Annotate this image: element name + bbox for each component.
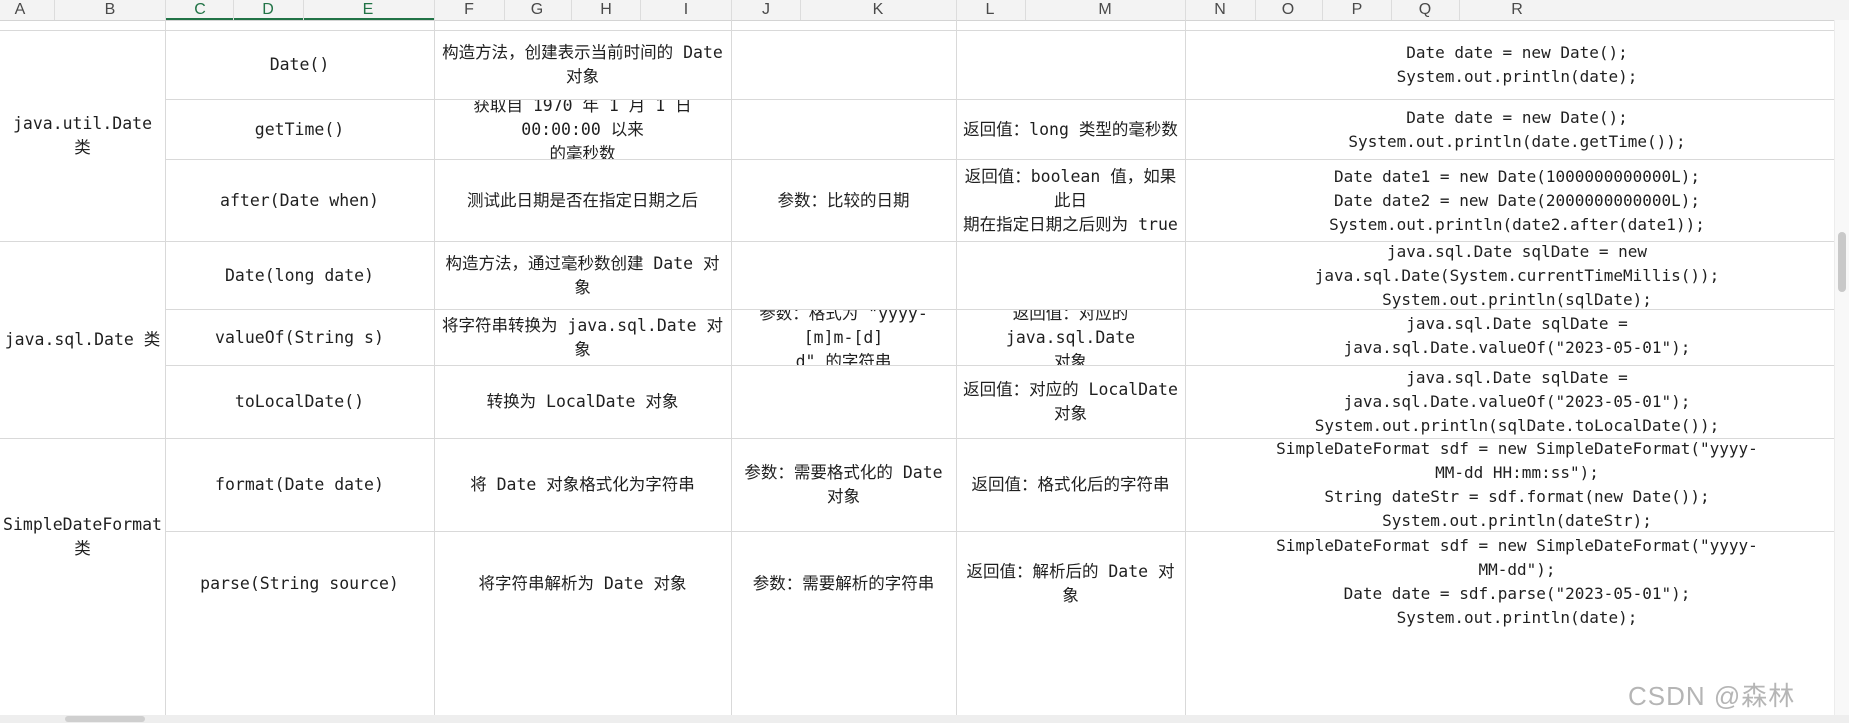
description-cell[interactable]: 将 Date 对象格式化为字符串 — [434, 439, 731, 531]
return-value-cell[interactable]: 返回值：格式化后的字符串 — [956, 439, 1185, 531]
column-separator[interactable] — [1185, 0, 1186, 20]
vertical-scrollbar[interactable] — [1834, 20, 1849, 715]
column-separator[interactable] — [640, 0, 641, 20]
parameter-cell[interactable]: 参数：需要解析的字符串 — [731, 532, 956, 635]
parameter-cell[interactable] — [731, 242, 956, 309]
vertical-scroll-thumb[interactable] — [1838, 232, 1846, 292]
column-separator[interactable] — [1322, 0, 1323, 20]
column-header-m[interactable]: M — [1098, 0, 1111, 20]
column-header-n[interactable]: N — [1214, 0, 1226, 20]
column-separator[interactable] — [956, 0, 957, 20]
column-separator[interactable] — [731, 0, 732, 20]
column-header-d[interactable]: D — [262, 0, 274, 20]
example-code-cell[interactable]: Date date = new Date(); System.out.print… — [1185, 100, 1849, 159]
column-separator[interactable] — [165, 0, 166, 20]
method-cell[interactable]: format(Date date) — [165, 439, 434, 531]
parameter-cell[interactable] — [731, 366, 956, 438]
description-cell[interactable]: 将字符串解析为 Date 对象 — [434, 532, 731, 635]
class-name-cell[interactable]: java.util.Date 类 — [0, 31, 165, 241]
parameter-cell[interactable] — [731, 100, 956, 159]
column-separator[interactable] — [303, 0, 304, 20]
return-value-cell[interactable]: 返回值：boolean 值，如果此日 期在指定日期之后则为 true — [956, 160, 1185, 241]
example-code-cell[interactable]: java.sql.Date sqlDate = new java.sql.Dat… — [1185, 242, 1849, 309]
parameter-cell[interactable]: 参数：需要格式化的 Date 对象 — [731, 439, 956, 531]
column-header-r[interactable]: R — [1511, 0, 1523, 20]
column-header-g[interactable]: G — [531, 0, 543, 20]
return-value-cell[interactable]: 返回值：对应的 LocalDate 对象 — [956, 366, 1185, 438]
column-separator[interactable] — [54, 0, 55, 20]
column-separator[interactable] — [1459, 0, 1460, 20]
return-value-cell[interactable]: 返回值：long 类型的毫秒数 — [956, 100, 1185, 159]
column-separator[interactable] — [800, 0, 801, 20]
horizontal-scroll-thumb[interactable] — [65, 716, 145, 722]
spreadsheet: A B C D E F G H I J K L M N O P Q R java.util.Date 类 Date(… — [0, 0, 1849, 723]
column-separator[interactable] — [434, 0, 435, 20]
column-header-q[interactable]: Q — [1419, 0, 1431, 20]
cell-grid: java.util.Date 类 Date() 构造方法，创建表示当前时间的 Dat… — [0, 20, 1849, 715]
column-separator[interactable] — [233, 0, 234, 20]
class-name-cell[interactable]: SimpleDateFormat 类 — [0, 439, 165, 635]
column-header-f[interactable]: F — [464, 0, 474, 20]
description-cell[interactable]: 获取自 1970 年 1 月 1 日 00:00:00 以来 的毫秒数 — [434, 100, 731, 159]
description-cell[interactable]: 将字符串转换为 java.sql.Date 对象 — [434, 310, 731, 365]
method-cell[interactable]: parse(String source) — [165, 532, 434, 635]
parameter-cell[interactable]: 参数：比较的日期 — [731, 160, 956, 241]
example-code-cell[interactable]: SimpleDateFormat sdf = new SimpleDateFor… — [1185, 532, 1849, 635]
class-name-cell[interactable]: java.sql.Date 类 — [0, 242, 165, 438]
column-separator[interactable] — [1255, 0, 1256, 20]
example-code-cell[interactable]: Date date = new Date(); System.out.print… — [1185, 31, 1849, 99]
method-cell[interactable]: Date() — [165, 31, 434, 99]
column-header-h[interactable]: H — [600, 0, 612, 20]
example-code-cell[interactable]: Date date1 = new Date(1000000000000L); D… — [1185, 160, 1849, 241]
example-code-cell[interactable]: SimpleDateFormat sdf = new SimpleDateFor… — [1185, 439, 1849, 531]
return-value-cell[interactable]: 返回值：解析后的 Date 对象 — [956, 532, 1185, 635]
column-separator[interactable] — [1025, 0, 1026, 20]
return-value-cell[interactable]: 返回值：对应的 java.sql.Date 对象 — [956, 310, 1185, 365]
column-header-i[interactable]: I — [684, 0, 688, 20]
column-header-p[interactable]: P — [1352, 0, 1363, 20]
column-separator[interactable] — [571, 0, 572, 20]
column-header-bar: A B C D E F G H I J K L M N O P Q R — [0, 0, 1849, 21]
column-header-j[interactable]: J — [762, 0, 770, 20]
method-cell[interactable]: Date(long date) — [165, 242, 434, 309]
example-code-cell[interactable]: java.sql.Date sqlDate = java.sql.Date.va… — [1185, 366, 1849, 438]
column-header-l[interactable]: L — [986, 0, 995, 20]
method-cell[interactable]: getTime() — [165, 100, 434, 159]
description-cell[interactable]: 构造方法，创建表示当前时间的 Date 对象 — [434, 31, 731, 99]
column-separator[interactable] — [504, 0, 505, 20]
description-cell[interactable]: 构造方法，通过毫秒数创建 Date 对象 — [434, 242, 731, 309]
column-header-b[interactable]: B — [105, 0, 116, 20]
parameter-cell[interactable]: 参数：格式为 "yyyy-[m]m-[d] d" 的字符串 — [731, 310, 956, 365]
example-code-cell[interactable]: java.sql.Date sqlDate = java.sql.Date.va… — [1185, 310, 1849, 365]
return-value-cell[interactable] — [956, 31, 1185, 99]
parameter-cell[interactable] — [731, 31, 956, 99]
watermark: CSDN @森林 — [1628, 681, 1796, 711]
description-cell[interactable]: 测试此日期是否在指定日期之后 — [434, 160, 731, 241]
column-header-a[interactable]: A — [15, 0, 26, 20]
column-header-e[interactable]: E — [363, 0, 374, 20]
horizontal-scrollbar[interactable] — [0, 715, 1849, 723]
description-cell[interactable]: 转换为 LocalDate 对象 — [434, 366, 731, 438]
method-cell[interactable]: after(Date when) — [165, 160, 434, 241]
column-separator[interactable] — [1391, 0, 1392, 20]
return-value-cell[interactable] — [956, 242, 1185, 309]
method-cell[interactable]: toLocalDate() — [165, 366, 434, 438]
column-header-c[interactable]: C — [194, 0, 206, 20]
column-header-k[interactable]: K — [873, 0, 884, 20]
column-header-o[interactable]: O — [1282, 0, 1294, 20]
method-cell[interactable]: valueOf(String s) — [165, 310, 434, 365]
